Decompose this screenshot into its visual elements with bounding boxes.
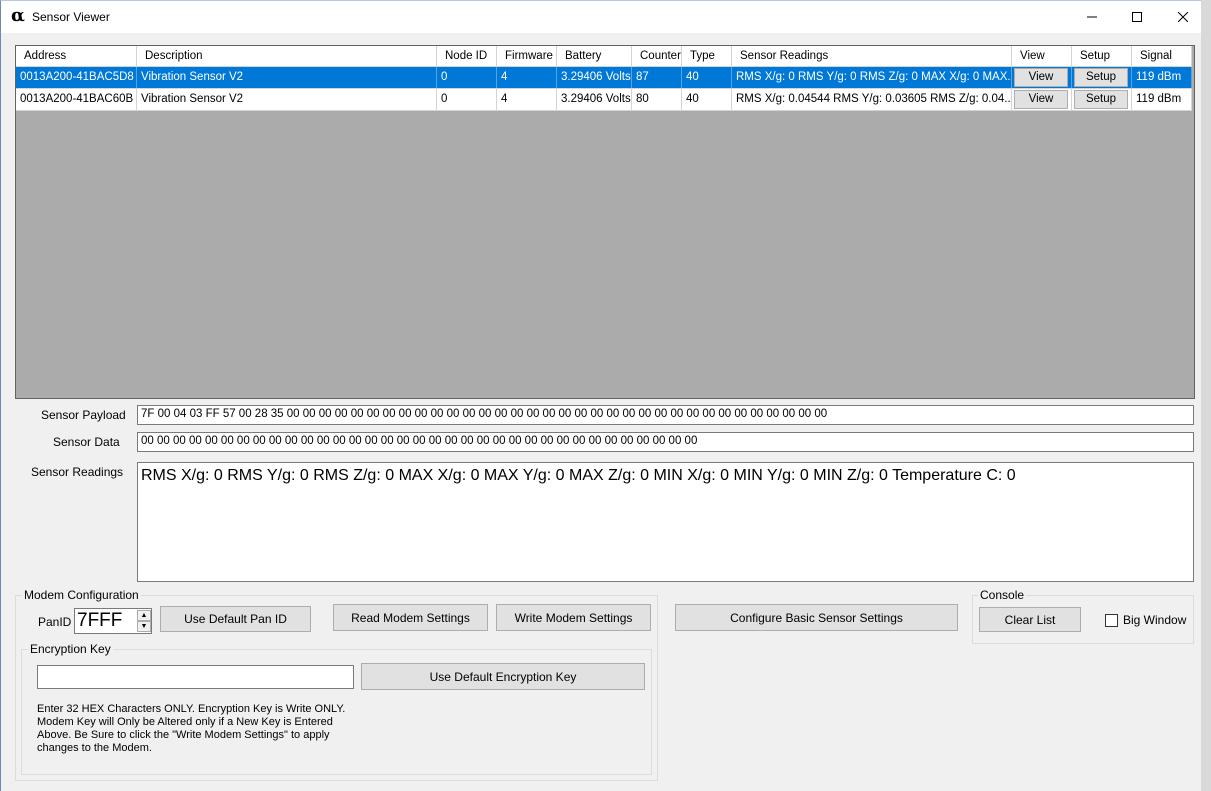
background-window-edge [1201,0,1211,791]
sensor-data-label: Sensor Data [53,435,120,449]
cell-type: 40 [682,67,732,88]
cell-view: View [1012,89,1072,110]
maximize-button[interactable] [1114,1,1160,33]
view-button[interactable]: View [1014,68,1068,87]
column-header-firmware[interactable]: Firmware [497,46,557,66]
minimize-icon [1087,16,1097,18]
close-icon [1178,12,1188,22]
clear-list-button[interactable]: Clear List [979,607,1081,632]
cell-firmware: 4 [497,89,557,110]
title-bar: α Sensor Viewer [1,1,1201,33]
sensor-data-field[interactable]: 00 00 00 00 00 00 00 00 00 00 00 00 00 0… [137,432,1194,452]
cell-setup: Setup [1072,89,1132,110]
use-default-pan-id-button[interactable]: Use Default Pan ID [160,606,311,632]
cell-node-id: 0 [437,67,497,88]
sensor-readings-label: Sensor Readings [31,465,124,479]
sensor-payload-label: Sensor Payload [41,408,126,422]
column-header-description[interactable]: Description [137,46,437,66]
column-header-node-id[interactable]: Node ID [437,46,497,66]
cell-firmware: 4 [497,67,557,88]
cell-address: 0013A200-41BAC5D8 [16,67,137,88]
sensor-viewer-window: α Sensor Viewer Address Description Node… [0,0,1201,791]
cell-node-id: 0 [437,89,497,110]
big-window-checkbox[interactable] [1105,614,1118,627]
column-header-battery[interactable]: Battery [557,46,632,66]
spin-up-icon[interactable]: ▲ [137,610,151,621]
cell-counter: 87 [632,67,682,88]
alpha-app-icon: α [11,5,25,26]
cell-view: View [1012,67,1072,88]
column-header-view[interactable]: View [1012,46,1072,66]
grid-header: Address Description Node ID Firmware Bat… [16,46,1192,67]
cell-battery: 3.29406 Volts [557,67,632,88]
cell-description: Vibration Sensor V2 [137,67,437,88]
use-default-encryption-key-button[interactable]: Use Default Encryption Key [361,663,645,690]
write-modem-settings-button[interactable]: Write Modem Settings [496,604,651,631]
cell-signal: 119 dBm [1132,89,1192,110]
setup-button[interactable]: Setup [1074,68,1128,87]
big-window-label: Big Window [1123,613,1187,627]
window-title: Sensor Viewer [32,10,110,24]
cell-sensor-readings: RMS X/g: 0.04544 RMS Y/g: 0.03605 RMS Z/… [732,89,1012,110]
column-header-signal[interactable]: Signal [1132,46,1192,66]
view-button[interactable]: View [1014,90,1068,109]
read-modem-settings-button[interactable]: Read Modem Settings [333,604,488,631]
panid-value: 7FFF [77,610,123,631]
sensor-grid[interactable]: Address Description Node ID Firmware Bat… [15,45,1195,399]
console-title: Console [978,588,1027,602]
panid-stepper[interactable]: 7FFF ▲ ▼ [74,608,152,634]
configure-basic-sensor-settings-button[interactable]: Configure Basic Sensor Settings [675,604,958,631]
cell-setup: Setup [1072,67,1132,88]
column-header-sensor-readings[interactable]: Sensor Readings [732,46,1012,66]
sensor-payload-field[interactable]: 7F 00 04 03 FF 57 00 28 35 00 00 00 00 0… [137,405,1194,425]
column-header-address[interactable]: Address [16,46,137,66]
table-row[interactable]: 0013A200-41BAC5D8 Vibration Sensor V2 0 … [16,67,1192,89]
column-header-type[interactable]: Type [682,46,732,66]
panid-label: PanID [38,615,72,629]
cell-sensor-readings: RMS X/g: 0 RMS Y/g: 0 RMS Z/g: 0 MAX X/g… [732,67,1012,88]
sensor-readings-field[interactable]: RMS X/g: 0 RMS Y/g: 0 RMS Z/g: 0 MAX X/g… [137,462,1194,582]
cell-description: Vibration Sensor V2 [137,89,437,110]
cell-signal: 119 dBm [1132,67,1192,88]
maximize-icon [1132,12,1142,22]
column-header-counter[interactable]: Counter [632,46,682,66]
column-header-setup[interactable]: Setup [1072,46,1132,66]
modem-configuration-title: Modem Configuration [22,588,141,602]
close-button[interactable] [1160,1,1206,33]
cell-counter: 80 [632,89,682,110]
table-row[interactable]: 0013A200-41BAC60B Vibration Sensor V2 0 … [16,89,1192,111]
minimize-button[interactable] [1069,1,1115,33]
encryption-note: Enter 32 HEX Characters ONLY. Encryption… [37,703,346,754]
cell-address: 0013A200-41BAC60B [16,89,137,110]
encryption-key-input[interactable] [37,665,354,689]
spin-down-icon[interactable]: ▼ [137,621,151,632]
cell-battery: 3.29406 Volts [557,89,632,110]
cell-type: 40 [682,89,732,110]
encryption-key-title: Encryption Key [28,642,113,656]
setup-button[interactable]: Setup [1074,90,1128,109]
